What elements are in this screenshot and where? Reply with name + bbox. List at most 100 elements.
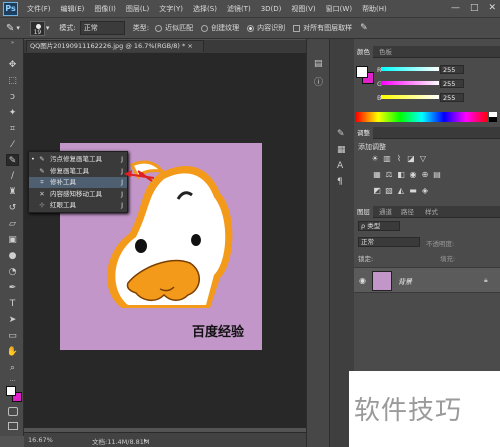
- history-panel-icon[interactable]: ▤: [314, 59, 323, 69]
- flyout-item-patch[interactable]: ⌗ 修补工具 J: [29, 177, 127, 188]
- exposure-icon[interactable]: ◪: [406, 154, 416, 163]
- close-button[interactable]: ✕: [488, 3, 496, 13]
- character-panel-icon[interactable]: A: [337, 161, 343, 171]
- clone-stamp-tool-icon[interactable]: ♜: [6, 186, 19, 198]
- foreground-color-swatch[interactable]: [6, 386, 16, 396]
- color-spectrum-bar[interactable]: [356, 112, 488, 122]
- document-tab-close-icon[interactable]: ×: [187, 42, 192, 50]
- color-lookup-icon[interactable]: ▤: [432, 170, 442, 179]
- gradient-map-icon[interactable]: ▬: [408, 186, 418, 195]
- flyout-item-spot-healing[interactable]: • ✎ 污点修复画笔工具 J: [29, 154, 127, 165]
- menu-edit[interactable]: 编辑(E): [56, 0, 90, 18]
- path-selection-tool-icon[interactable]: ➤: [6, 314, 19, 326]
- curves-icon[interactable]: ⌇: [394, 154, 404, 163]
- pen-tool-icon[interactable]: ✒: [6, 282, 19, 294]
- type-tool-icon[interactable]: T: [6, 298, 19, 310]
- shape-tool-icon[interactable]: ▭: [6, 330, 19, 342]
- type-create-texture[interactable]: 创建纹理: [201, 23, 239, 33]
- lasso-tool-icon[interactable]: ↄ: [6, 91, 19, 103]
- type-proximity-match[interactable]: 近似匹配: [155, 23, 193, 33]
- zoom-tool-icon[interactable]: ⌕: [6, 362, 19, 374]
- invert-icon[interactable]: ◩: [372, 186, 382, 195]
- spot-healing-tool-icon[interactable]: ✎: [6, 23, 14, 34]
- levels-icon[interactable]: ▥: [382, 154, 392, 163]
- layer-row[interactable]: ◉ 背景 🔒︎: [354, 267, 500, 293]
- brush-panel-icon[interactable]: ✎: [337, 129, 345, 139]
- layer-filter-select[interactable]: ρ 类型: [358, 221, 400, 231]
- layer-name[interactable]: 背景: [398, 277, 412, 287]
- vibrance-icon[interactable]: ▽: [418, 154, 428, 163]
- color-balance-icon[interactable]: ⚖: [384, 170, 394, 179]
- zoom-level[interactable]: 16.67%: [28, 436, 53, 444]
- menu-view[interactable]: 视图(V): [286, 0, 320, 18]
- brightness-icon[interactable]: ☀: [370, 154, 380, 163]
- menu-select[interactable]: 选择(S): [188, 0, 222, 18]
- brush-dropdown-icon[interactable]: ▾: [46, 24, 50, 32]
- marquee-tool-icon[interactable]: ⬚: [6, 75, 19, 87]
- panel-collapse-icon[interactable]: »: [6, 41, 19, 46]
- flyout-item-red-eye[interactable]: ⊹ 红眼工具 J: [29, 200, 127, 211]
- threshold-icon[interactable]: ◭: [396, 186, 406, 195]
- black-white-swatch[interactable]: [489, 112, 497, 122]
- red-slider[interactable]: [381, 67, 439, 71]
- tab-channels[interactable]: 通道: [376, 206, 395, 218]
- black-white-icon[interactable]: ◧: [396, 170, 406, 179]
- menu-image[interactable]: 图像(I): [89, 0, 121, 18]
- status-arrow-icon[interactable]: ▸: [144, 436, 147, 444]
- brush-presets-icon[interactable]: ▦: [337, 145, 346, 155]
- menu-layer[interactable]: 图层(L): [121, 0, 154, 18]
- move-tool-icon[interactable]: ✥: [6, 59, 19, 71]
- layer-visibility-eye-icon[interactable]: ◉: [359, 276, 366, 285]
- brush-size-picker[interactable]: 19: [29, 20, 45, 36]
- green-slider[interactable]: [381, 81, 439, 85]
- mode-select[interactable]: 正常: [79, 21, 125, 35]
- flyout-item-healing-brush[interactable]: ✎ 修复画笔工具 J: [29, 166, 127, 177]
- blur-tool-icon[interactable]: ●: [6, 250, 19, 262]
- eraser-tool-icon[interactable]: ▱: [6, 218, 19, 230]
- tab-color[interactable]: 颜色: [354, 46, 373, 58]
- eyedropper-tool-icon[interactable]: ⁄: [6, 139, 19, 151]
- quick-selection-tool-icon[interactable]: ✦: [6, 107, 19, 119]
- green-value[interactable]: 255: [440, 79, 464, 88]
- gradient-tool-icon[interactable]: ▣: [6, 234, 19, 246]
- sample-all-layers-checkbox[interactable]: 对所有图层取样: [293, 23, 352, 33]
- minimize-button[interactable]: —: [451, 3, 460, 13]
- color-panel-fg-swatch[interactable]: [356, 66, 368, 78]
- dodge-tool-icon[interactable]: ◔: [6, 266, 19, 278]
- type-content-aware[interactable]: 内容识别: [247, 23, 285, 33]
- hand-tool-icon[interactable]: ✋: [6, 346, 19, 358]
- selective-color-icon[interactable]: ◈: [420, 186, 430, 195]
- menu-window[interactable]: 窗口(W): [321, 0, 357, 18]
- document-tab[interactable]: QQ图片20190911162226.jpg @ 16.7%(RGB/8) * …: [26, 40, 204, 52]
- tab-adjustments[interactable]: 调整: [354, 127, 373, 139]
- quick-mask-icon[interactable]: [8, 407, 18, 416]
- menu-file[interactable]: 文件(F): [22, 0, 56, 18]
- pressure-icon[interactable]: ✎: [360, 23, 368, 33]
- menu-3d[interactable]: 3D(D): [256, 0, 287, 18]
- menu-filter[interactable]: 滤镜(T): [222, 0, 256, 18]
- tab-paths[interactable]: 路径: [398, 206, 417, 218]
- hue-saturation-icon[interactable]: ▦: [372, 170, 382, 179]
- crop-tool-icon[interactable]: ⌗: [6, 123, 19, 135]
- screen-mode-icon[interactable]: [8, 422, 18, 430]
- menu-help[interactable]: 帮助(H): [357, 0, 392, 18]
- menu-type[interactable]: 文字(Y): [154, 0, 188, 18]
- blue-slider[interactable]: [381, 95, 439, 99]
- tab-layers[interactable]: 图层: [354, 206, 373, 218]
- spot-healing-tool-icon[interactable]: ✎: [6, 154, 19, 166]
- layer-blend-mode-select[interactable]: 正常: [358, 237, 420, 247]
- info-panel-icon[interactable]: ⓘ: [314, 75, 323, 88]
- tab-swatches[interactable]: 色板: [376, 46, 395, 58]
- brush-tool-icon[interactable]: ∕: [6, 170, 19, 182]
- tab-styles[interactable]: 样式: [422, 206, 441, 218]
- tool-preset-dropdown[interactable]: ▾: [16, 24, 20, 32]
- blue-value[interactable]: 255: [440, 93, 464, 102]
- history-brush-tool-icon[interactable]: ↺: [6, 202, 19, 214]
- red-value[interactable]: 255: [440, 65, 464, 74]
- paragraph-panel-icon[interactable]: ¶: [337, 177, 343, 187]
- maximize-button[interactable]: □: [470, 3, 479, 13]
- posterize-icon[interactable]: ▧: [384, 186, 394, 195]
- flyout-item-content-aware-move[interactable]: ✕ 内容感知移动工具 J: [29, 189, 127, 200]
- photo-filter-icon[interactable]: ◉: [408, 170, 418, 179]
- channel-mixer-icon[interactable]: ⊕: [420, 170, 430, 179]
